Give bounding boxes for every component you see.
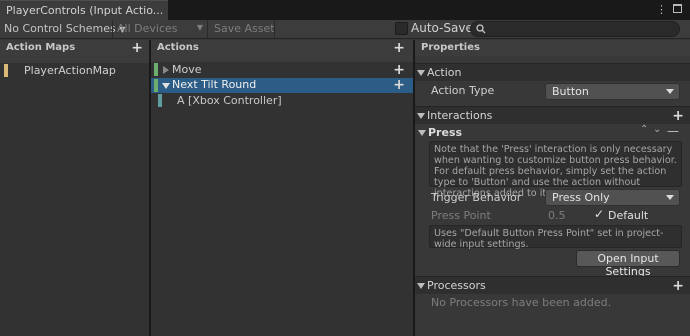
open-input-settings-row: Open Input Settings (415, 248, 690, 278)
add-interaction-icon[interactable]: + (672, 109, 684, 123)
expand-arrow-icon[interactable] (163, 66, 169, 74)
devices-label: All Devices (117, 22, 178, 35)
foldout-open-icon (417, 70, 425, 76)
press-point-help-text: Uses "Default Button Press Point" set in… (434, 228, 664, 250)
action-item-move[interactable]: Move + (151, 62, 413, 78)
add-binding-icon[interactable]: + (393, 63, 405, 77)
actions-title: Actions (157, 42, 199, 53)
trigger-behavior-row: Trigger Behavior Press Only (415, 187, 690, 207)
chevron-down-icon (666, 89, 674, 94)
action-item-next-tilt-round[interactable]: Next Tilt Round + (151, 78, 413, 93)
chevron-down-icon: ▼ (196, 23, 203, 32)
action-map-color-swatch (4, 64, 8, 77)
processors-section-title: Processors (427, 279, 486, 292)
window-tab-bar: PlayerControls (Input Actio... ⋮ (0, 0, 690, 20)
action-label: Next Tilt Round (172, 78, 257, 91)
add-action-icon[interactable]: + (393, 41, 405, 55)
action-section-header[interactable]: Action (415, 63, 690, 81)
add-binding-icon[interactable]: + (393, 78, 405, 92)
devices-dropdown[interactable]: All Devices ▼ (113, 20, 207, 38)
action-maps-header: Action Maps + (0, 40, 149, 56)
press-point-help-box: Uses "Default Button Press Point" set in… (429, 225, 682, 250)
default-label: Default (608, 209, 649, 222)
trigger-behavior-dropdown[interactable]: Press Only (545, 189, 680, 206)
action-type-row: Action Type Button (415, 81, 690, 102)
maximize-icon[interactable] (673, 4, 682, 13)
window-tab[interactable]: PlayerControls (Input Actio... (0, 0, 168, 20)
auto-save-label: Auto-Save (411, 21, 473, 35)
action-color-swatch (154, 79, 158, 92)
binding-item[interactable]: A [Xbox Controller] (151, 93, 413, 109)
move-down-icon[interactable]: ⌄ (653, 124, 661, 135)
remove-interaction-icon[interactable]: — (667, 124, 679, 138)
trigger-behavior-label: Trigger Behavior (431, 191, 522, 204)
processors-empty-text: No Processors have been added. (431, 296, 612, 309)
foldout-open-icon (417, 113, 425, 119)
interactions-section-title: Interactions (427, 109, 493, 122)
properties-pane: Properties Action Action Type Button Int… (415, 40, 690, 336)
action-map-label: PlayerActionMap (24, 64, 116, 77)
chevron-down-icon (666, 195, 674, 200)
properties-title: Properties (421, 42, 480, 53)
trigger-behavior-value: Press Only (552, 191, 610, 204)
foldout-open-icon (417, 283, 425, 289)
actions-header: Actions + (151, 40, 413, 56)
toolbar: No Control Schemes ▼ All Devices ▼ Save … (0, 20, 690, 39)
action-label: Move (172, 63, 202, 76)
properties-header: Properties (415, 40, 690, 56)
press-point-field[interactable]: 0.5 (548, 209, 566, 222)
processors-empty-row: No Processors have been added. (415, 294, 690, 310)
interactions-section-header[interactable]: Interactions + (415, 106, 690, 124)
control-schemes-label: No Control Schemes (4, 22, 116, 35)
search-input[interactable] (470, 21, 680, 37)
action-type-label: Action Type (431, 84, 495, 97)
open-input-settings-button[interactable]: Open Input Settings (576, 250, 680, 278)
binding-label: A [Xbox Controller] (177, 94, 282, 107)
action-maps-pane: Action Maps + PlayerActionMap (0, 40, 149, 336)
press-interaction-header[interactable]: Press ⌃ ⌄ — (415, 124, 690, 141)
action-type-value: Button (552, 85, 589, 98)
press-help-box: Note that the 'Press' interaction is onl… (429, 141, 682, 199)
add-action-map-icon[interactable]: + (131, 41, 143, 55)
action-type-dropdown[interactable]: Button (545, 83, 680, 100)
save-asset-button[interactable]: Save Asset (210, 20, 279, 38)
move-up-icon[interactable]: ⌃ (640, 124, 648, 135)
toolbar-divider (274, 20, 275, 38)
processors-section-header[interactable]: Processors + (415, 276, 690, 294)
action-maps-title: Action Maps (6, 42, 76, 53)
press-point-label: Press Point (431, 209, 491, 222)
press-point-row: Press Point 0.5 ✓ Default (415, 207, 690, 224)
list-item[interactable]: PlayerActionMap (4, 63, 149, 79)
search-icon (476, 24, 486, 34)
binding-color-swatch (158, 94, 162, 107)
add-processor-icon[interactable]: + (672, 279, 684, 293)
toolbar-divider (207, 20, 208, 38)
checkmark-icon[interactable]: ✓ (594, 207, 604, 221)
collapse-arrow-icon[interactable] (162, 83, 170, 89)
window-title: PlayerControls (Input Actio... (6, 4, 164, 17)
action-color-swatch (154, 63, 158, 76)
press-title: Press (428, 126, 463, 139)
foldout-open-icon (418, 130, 426, 136)
more-options-icon[interactable]: ⋮ (656, 3, 667, 16)
action-section-title: Action (427, 66, 462, 79)
control-schemes-dropdown[interactable]: No Control Schemes ▼ (0, 20, 129, 38)
actions-pane: Actions + Move + Next Tilt Round + A [Xb… (151, 40, 413, 336)
